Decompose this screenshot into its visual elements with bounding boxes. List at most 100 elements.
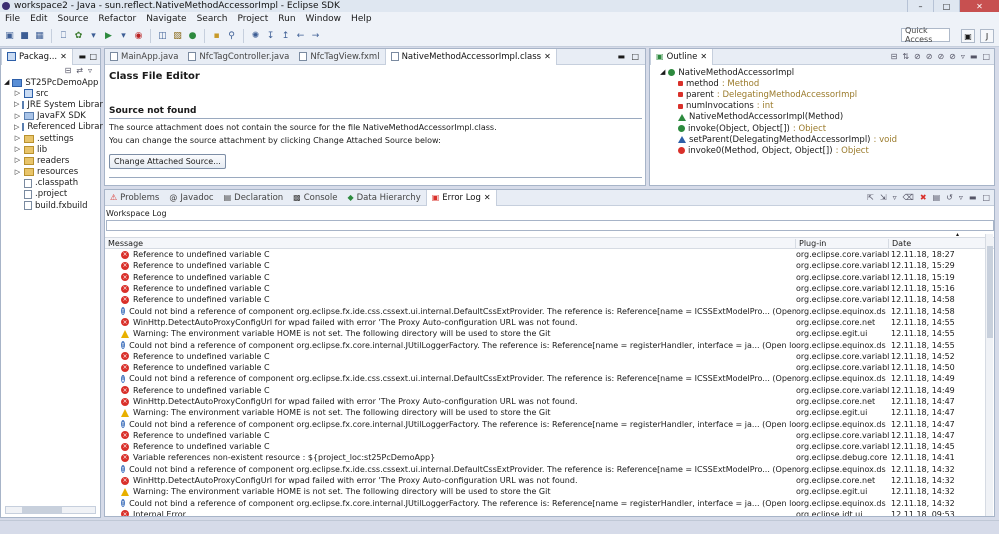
table-row[interactable]: i Could not bind a reference of component… [105, 498, 985, 509]
table-row[interactable]: × Reference to undefined variable C org.ec… [105, 249, 985, 260]
debug-dropdown-icon[interactable]: ▾ [87, 29, 100, 42]
delete-log-icon[interactable]: ✖ [920, 193, 927, 202]
table-row[interactable]: i Could not bind a reference of component… [105, 339, 985, 350]
menu-refactor[interactable]: Refactor [93, 14, 141, 24]
outline-class-row[interactable]: ◢ NativeMethodAccessorImpl [660, 67, 994, 78]
table-row[interactable]: × Internal Error org.eclipse.jdt.ui 12.11.1… [105, 509, 985, 516]
menu-window[interactable]: Window [301, 14, 347, 24]
table-row[interactable]: Warning: The environment variable HOME i… [105, 407, 985, 418]
open-type-icon[interactable]: ▪ [210, 29, 223, 42]
expand-arrow-icon[interactable]: ▷ [14, 90, 21, 97]
table-row[interactable]: i Could not bind a reference of component… [105, 373, 985, 384]
hide-nonpublic-icon[interactable]: ⊘ [937, 52, 944, 61]
table-row[interactable]: × Reference to undefined variable C org.ec… [105, 294, 985, 305]
table-row[interactable]: i Could not bind a reference of component… [105, 464, 985, 475]
close-icon[interactable]: ✕ [484, 193, 491, 202]
sort-icon[interactable]: ⇅ [902, 52, 909, 61]
run-icon[interactable]: ▶ [102, 29, 115, 42]
close-icon[interactable]: ✕ [60, 52, 67, 61]
toggle-breadcrumb-icon[interactable]: ⎕ [57, 29, 70, 42]
tab-nfctagcontroller-java[interactable]: NfcTagController.java [183, 49, 294, 65]
view-menu-icon[interactable]: ▿ [959, 193, 963, 202]
outline-member[interactable]: invoke(Object, Object[]) : Object [678, 123, 994, 134]
new-class-icon[interactable]: ● [186, 29, 199, 42]
tab-outline[interactable]: ▣ Outline ✕ [650, 48, 714, 65]
new-package-icon[interactable]: ▧ [171, 29, 184, 42]
table-row[interactable]: × Reference to undefined variable C org.ec… [105, 385, 985, 396]
table-row[interactable]: i Could not bind a reference of component… [105, 418, 985, 429]
tab-mainapp-java[interactable]: MainApp.java [105, 49, 183, 65]
outline-member[interactable]: method : Method [678, 78, 994, 89]
collapse-arrow-icon[interactable]: ◢ [660, 69, 665, 76]
save-icon[interactable]: ■ [18, 29, 31, 42]
java-perspective-icon[interactable]: J [980, 29, 994, 43]
export-log-icon[interactable]: ⇱ [867, 193, 874, 202]
menu-help[interactable]: Help [346, 14, 377, 24]
tree-item[interactable]: build.fxbuild [4, 200, 100, 211]
tab-javadoc[interactable]: @ Javadoc [164, 190, 218, 206]
minimize-icon[interactable]: ▬ [78, 52, 86, 61]
tab-problems[interactable]: ⚠ Problems [105, 190, 164, 206]
clear-log-icon[interactable]: ⌫ [903, 193, 914, 202]
tab-nfctagview-fxml[interactable]: NfcTagView.fxml [294, 49, 384, 65]
menu-source[interactable]: Source [53, 14, 94, 24]
table-row[interactable]: × Reference to undefined variable C org.ec… [105, 283, 985, 294]
outline-member[interactable]: setParent(DelegatingMethodAccessorImpl) … [678, 134, 994, 145]
expand-arrow-icon[interactable]: ▷ [14, 146, 21, 153]
menu-file[interactable]: File [0, 14, 25, 24]
table-row[interactable]: × Reference to undefined variable C org.ec… [105, 441, 985, 452]
tree-item[interactable]: ▷ JavaFX SDK [4, 111, 100, 122]
table-row[interactable]: × WinHttp.DetectAutoProxyConfigUrl for wp… [105, 396, 985, 407]
outline-member[interactable]: parent : DelegatingMethodAccessorImpl [678, 89, 994, 100]
tab-package-explorer[interactable]: Packag... ✕ [1, 48, 73, 65]
view-menu-icon[interactable]: ▿ [961, 52, 965, 61]
minimize-icon[interactable]: ▬ [617, 52, 625, 61]
expand-arrow-icon[interactable]: ▷ [14, 157, 21, 164]
tree-item[interactable]: ▷ Referenced Librar [4, 122, 103, 133]
table-row[interactable]: i Could not bind a reference of component… [105, 305, 985, 316]
expand-arrow-icon[interactable]: ▷ [14, 101, 19, 108]
expand-arrow-icon[interactable]: ▷ [14, 112, 21, 120]
column-plugin[interactable]: Plug-in [796, 238, 889, 248]
tree-item[interactable]: ▷ lib [4, 144, 100, 155]
scrollbar-thumb[interactable] [22, 507, 62, 513]
table-row[interactable]: × Reference to undefined variable C org.ec… [105, 362, 985, 373]
vertical-scrollbar[interactable] [985, 234, 993, 516]
collapse-arrow-icon[interactable]: ◢ [4, 79, 9, 86]
close-window-button[interactable]: ✕ [959, 0, 999, 12]
run-dropdown-icon[interactable]: ▾ [117, 29, 130, 42]
minimize-icon[interactable]: ▬ [969, 193, 977, 202]
tab-nativemethodaccessorimpl-class[interactable]: NativeMethodAccessorImpl.class ✕ [384, 48, 557, 65]
tree-item[interactable]: .classpath [4, 178, 100, 189]
save-all-icon[interactable]: ▦ [33, 29, 46, 42]
tree-item[interactable]: ▷ .settings [4, 133, 100, 144]
table-row[interactable]: × WinHttp.DetectAutoProxyConfigUrl for wp… [105, 317, 985, 328]
menu-edit[interactable]: Edit [25, 14, 52, 24]
hide-static-icon[interactable]: ⊘ [926, 52, 933, 61]
maximize-icon[interactable]: □ [982, 193, 990, 202]
tab-error-log[interactable]: ▣ Error Log ✕ [425, 190, 497, 206]
maximize-icon[interactable]: □ [89, 52, 97, 61]
previous-annotation-icon[interactable]: ↥ [279, 29, 292, 42]
menu-search[interactable]: Search [192, 14, 233, 24]
menu-run[interactable]: Run [273, 14, 300, 24]
external-tools-icon[interactable]: ◉ [132, 29, 145, 42]
table-row[interactable]: × Variable references non-existent resour… [105, 452, 985, 463]
table-row[interactable]: × Reference to undefined variable C org.ec… [105, 272, 985, 283]
outline-member[interactable]: NativeMethodAccessorImpl(Method) [678, 112, 994, 123]
view-menu-icon[interactable]: ▿ [88, 67, 92, 75]
table-row[interactable]: × WinHttp.DetectAutoProxyConfigUrl for wp… [105, 475, 985, 486]
collapse-all-icon[interactable]: ⊟ [891, 52, 898, 61]
table-row[interactable]: Warning: The environment variable HOME i… [105, 328, 985, 339]
tab-declaration[interactable]: ▤ Declaration [219, 190, 289, 206]
pin-editor-icon[interactable]: ✺ [249, 29, 262, 42]
open-log-icon[interactable]: ▤ [933, 193, 941, 202]
tree-item[interactable]: ▷ readers [4, 155, 100, 166]
hide-local-types-icon[interactable]: ⊘ [949, 52, 956, 61]
back-icon[interactable]: ← [294, 29, 307, 42]
menu-navigate[interactable]: Navigate [141, 14, 191, 24]
maximize-icon[interactable]: □ [982, 52, 990, 61]
log-filter-field[interactable] [106, 220, 994, 231]
table-row[interactable]: Warning: The environment variable HOME i… [105, 486, 985, 497]
expand-arrow-icon[interactable]: ▷ [14, 168, 21, 176]
